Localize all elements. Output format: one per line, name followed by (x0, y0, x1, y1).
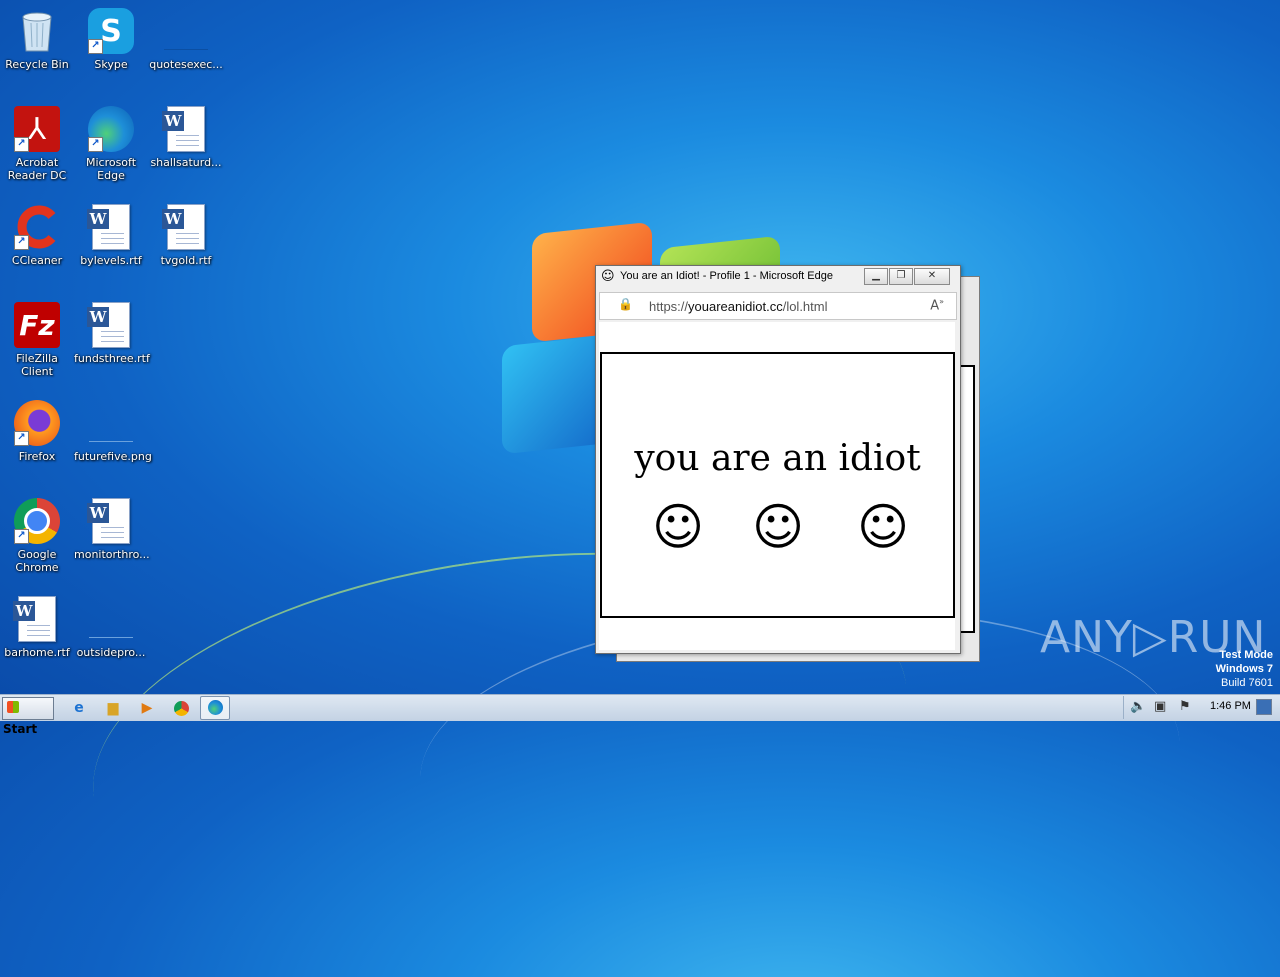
word-doc-icon: W (87, 302, 134, 348)
desktop-icon-label: tvgold.rtf (160, 254, 212, 267)
page-headline: you are an idiot (634, 438, 921, 479)
word-doc-icon: W (13, 596, 60, 642)
desktop-icon-label: Firefox (18, 450, 56, 463)
close-button[interactable]: ✕ (914, 268, 950, 285)
window-title: You are an Idiot! - Profile 1 - Microsof… (620, 270, 833, 282)
action-center-flag-icon[interactable]: ⚑ (1179, 699, 1191, 714)
taskbar: Start e ▆ ▶ 🔈 ▣ ⚑ 1:46 PM (0, 694, 1280, 736)
desktop-icon-label: Acrobat Reader DC (7, 156, 67, 182)
shortcut-arrow-icon: ↗ (88, 137, 103, 152)
start-button[interactable]: Start (2, 697, 54, 736)
start-label: Start (3, 722, 38, 736)
address-bar[interactable]: 🔒 https://youareanidiot.cc/lol.html A» (599, 292, 957, 320)
desktop-icon-monitorthro[interactable]: W monitorthro... (74, 498, 150, 561)
desktop-icon-label: futurefive.png (74, 450, 152, 463)
system-tray: 🔈 ▣ ⚑ 1:46 PM (1123, 696, 1274, 719)
desktop-icon-label: monitorthro... (74, 548, 150, 561)
edge-icon: ↗ (88, 106, 134, 152)
word-doc-icon: W (162, 204, 209, 250)
shortcut-arrow-icon: ↗ (88, 39, 103, 54)
desktop-icon-label: CCleaner (11, 254, 63, 267)
desktop-icon-label: outsidepro... (76, 646, 146, 659)
network-icon[interactable]: ▣ (1154, 699, 1166, 714)
filezilla-icon: Fz (14, 302, 60, 348)
windows-flag-icon (7, 701, 19, 713)
smiley-favicon-icon: ☺ (601, 269, 615, 284)
desktop-icon-label: bylevels.rtf (80, 254, 142, 267)
desktop-icon-recycle-bin[interactable]: Recycle Bin (0, 8, 74, 71)
url-prefix: https:// (649, 299, 689, 314)
word-doc-icon: W (87, 498, 134, 544)
minimize-button[interactable]: ▁ (864, 268, 888, 285)
read-aloud-icon[interactable]: A» (930, 297, 944, 313)
desktop-icon-quotesexec[interactable]: quotesexec... (149, 8, 223, 71)
desktop-icon-label: Google Chrome (15, 548, 59, 574)
desktop-icon-label: Skype (94, 58, 128, 71)
desktop-icon-label: Recycle Bin (5, 58, 69, 71)
word-doc-icon: W (162, 106, 209, 152)
desktop-icon-shallsaturd[interactable]: W shallsaturd... (149, 106, 223, 169)
desktop-icon-filezilla[interactable]: Fz FileZilla Client (0, 302, 74, 378)
smiley-face-icon: ☺ (752, 498, 805, 556)
lock-icon: 🔒 (618, 297, 633, 311)
desktop-icon-acrobat[interactable]: ⅄ ↗ Acrobat Reader DC (0, 106, 74, 182)
show-desktop-button[interactable] (1256, 699, 1272, 715)
os-label: Windows 7 (1215, 663, 1273, 675)
desktop-icon-futurefive[interactable]: futurefive.png (74, 400, 152, 463)
skype-icon: S ↗ (88, 8, 134, 54)
desktop-icon-outsidepro[interactable]: outsidepro... (74, 596, 148, 659)
edge-taskbar-icon[interactable] (200, 696, 230, 720)
file-explorer-icon[interactable]: ▆ (102, 698, 124, 718)
firefox-icon: ↗ (14, 400, 60, 446)
shortcut-arrow-icon: ↗ (14, 529, 29, 544)
recycle-bin-icon (14, 8, 60, 54)
test-mode-notice: Test Mode Windows 7 Build 7601 (1216, 648, 1273, 690)
url-path: /lol.html (782, 299, 828, 314)
url-domain: youareanidiot.cc (688, 299, 783, 314)
restore-button[interactable]: ❐ (889, 268, 913, 285)
blank-file-icon (88, 596, 134, 642)
page-content: you are an idiot ☺ ☺ ☺ (599, 322, 955, 650)
clock[interactable]: 1:46 PM (1210, 700, 1251, 712)
desktop-icon-label: fundsthree.rtf (74, 352, 150, 365)
shortcut-arrow-icon: ↗ (14, 431, 29, 446)
page-frame: you are an idiot ☺ ☺ ☺ (600, 352, 955, 618)
build-label: Build 7601 (1221, 677, 1273, 689)
desktop-icon-label: barhome.rtf (4, 646, 70, 659)
ccleaner-icon: ↗ (14, 204, 60, 250)
desktop-icon-bylevels[interactable]: W bylevels.rtf (74, 204, 148, 267)
media-player-icon[interactable]: ▶ (136, 698, 158, 718)
desktop-icon-edge[interactable]: ↗ Microsoft Edge (74, 106, 148, 182)
title-bar[interactable]: ☺ You are an Idiot! - Profile 1 - Micros… (596, 266, 960, 288)
test-mode-label: Test Mode (1219, 649, 1273, 661)
desktop-icon-label: FileZilla Client (16, 352, 58, 378)
blank-file-icon (88, 400, 134, 446)
shortcut-arrow-icon: ↗ (14, 137, 29, 152)
chrome-icon: ↗ (14, 498, 60, 544)
desktop-icon-ccleaner[interactable]: ↗ CCleaner (0, 204, 74, 267)
smiley-face-icon: ☺ (652, 498, 705, 556)
desktop-icon-chrome[interactable]: ↗ Google Chrome (0, 498, 74, 574)
desktop-icon-label: quotesexec... (149, 58, 223, 71)
shortcut-arrow-icon: ↗ (14, 235, 29, 250)
desktop-icon-firefox[interactable]: ↗ Firefox (0, 400, 74, 463)
volume-icon[interactable]: 🔈 (1130, 699, 1146, 714)
blank-file-icon (163, 8, 209, 54)
acrobat-icon: ⅄ ↗ (14, 106, 60, 152)
edge-popup-window[interactable]: ☺ You are an Idiot! - Profile 1 - Micros… (595, 265, 961, 654)
desktop-icon-skype[interactable]: S ↗ Skype (74, 8, 148, 71)
desktop-icon-tvgold[interactable]: W tvgold.rtf (149, 204, 223, 267)
url-text[interactable]: https://youareanidiot.cc/lol.html (649, 299, 828, 314)
internet-explorer-icon[interactable]: e (68, 698, 90, 718)
desktop-icon-barhome[interactable]: W barhome.rtf (0, 596, 74, 659)
desktop-icon-label: shallsaturd... (150, 156, 222, 169)
smiley-face-icon: ☺ (857, 498, 910, 556)
desktop-icon-label: Microsoft Edge (85, 156, 137, 182)
desktop-icon-fundsthree[interactable]: W fundsthree.rtf (74, 302, 150, 365)
word-doc-icon: W (87, 204, 134, 250)
chrome-taskbar-icon[interactable] (170, 698, 192, 718)
